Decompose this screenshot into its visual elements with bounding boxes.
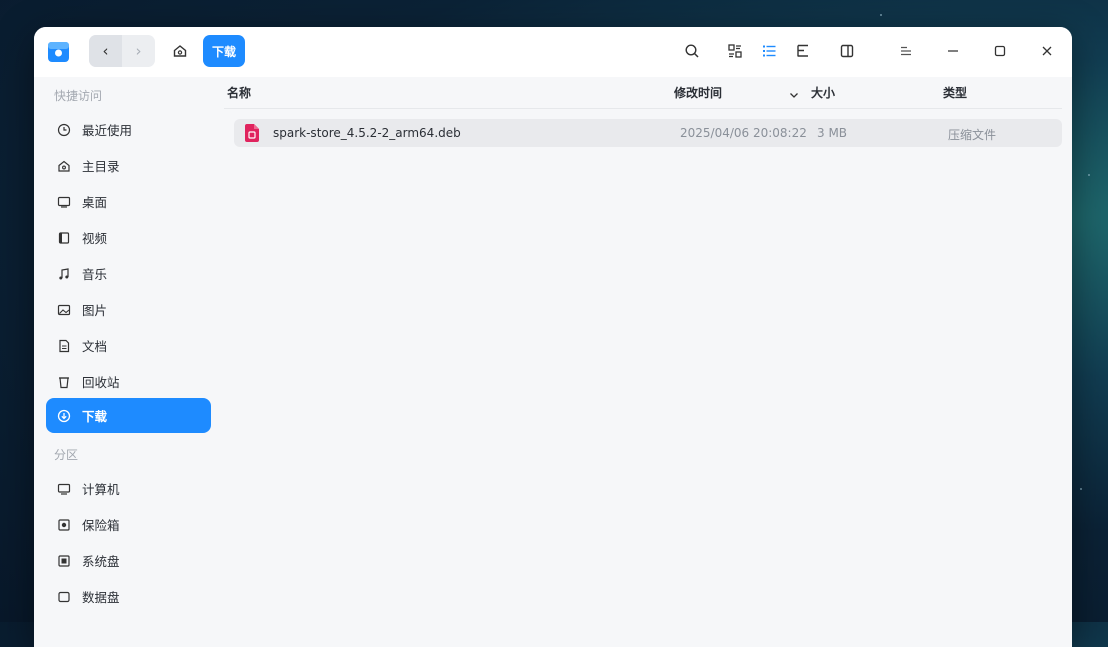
maximize-button[interactable] [989, 40, 1011, 62]
chevron-down-icon[interactable] [788, 86, 800, 105]
header-divider [224, 108, 1062, 109]
table-row[interactable]: spark-store_4.5.2-2_arm64.deb 2025/04/06… [234, 119, 1062, 147]
data-disk-icon [58, 591, 70, 602]
tree-view-button[interactable] [792, 40, 814, 62]
sidebar-item-label: 最近使用 [82, 123, 133, 138]
file-list-area: 名称 修改时间 大小 类型 spark-store_4.5.2-2_arm64.… [224, 77, 1072, 647]
column-header-modified[interactable]: 修改时间 [674, 84, 722, 101]
sidebar-item-label: 文档 [82, 339, 108, 354]
tag-button[interactable] [724, 40, 746, 62]
list-view-button[interactable] [758, 40, 780, 62]
video-icon [58, 231, 70, 244]
detail-panel-icon [840, 44, 854, 58]
desktop-icon [57, 196, 71, 208]
minimize-icon [948, 50, 958, 52]
sidebar-item-label: 图片 [82, 303, 108, 318]
title-bar: ‹ › 下载 [34, 27, 1072, 77]
home-icon [173, 45, 187, 57]
file-name: spark-store_4.5.2-2_arm64.deb [273, 126, 461, 140]
system-disk-icon [58, 554, 70, 567]
sidebar-item-computer[interactable]: 计算机 [46, 471, 211, 506]
sidebar-item-desktop[interactable]: 桌面 [46, 184, 211, 219]
sidebar-item-label: 回收站 [82, 375, 120, 390]
file-type: 压缩文件 [948, 128, 997, 142]
music-icon [59, 267, 69, 279]
sidebar-item-label: 视频 [82, 231, 108, 246]
home-button[interactable] [168, 39, 192, 63]
sidebar-item-music[interactable]: 音乐 [46, 256, 211, 291]
back-button[interactable]: ‹ [89, 35, 122, 67]
column-header-name[interactable]: 名称 [227, 84, 251, 101]
search-icon [685, 44, 699, 58]
image-icon [57, 304, 71, 315]
sidebar-item-home[interactable]: 主目录 [46, 148, 211, 183]
chevron-left-icon: ‹ [102, 42, 109, 60]
chevron-right-icon: › [135, 42, 142, 60]
breadcrumb-current[interactable]: 下载 [203, 35, 245, 67]
sidebar-item-system-disk[interactable]: 系统盘 [46, 543, 211, 578]
sidebar-item-documents[interactable]: 文档 [46, 328, 211, 363]
sidebar-item-label: 保险箱 [82, 518, 120, 533]
menu-icon [901, 46, 911, 56]
file-modified: 2025/04/06 20:08:22 [680, 126, 807, 140]
sidebar-item-recent[interactable]: 最近使用 [46, 112, 211, 147]
sidebar-item-pictures[interactable]: 图片 [46, 292, 211, 327]
file-manager-icon[interactable] [46, 39, 71, 64]
home-icon [58, 160, 70, 172]
search-button[interactable] [681, 40, 703, 62]
download-icon [57, 409, 71, 422]
sidebar-item-label: 桌面 [82, 195, 108, 210]
sidebar-item-label: 系统盘 [82, 554, 120, 569]
clock-icon [57, 123, 71, 136]
sidebar-item-downloads[interactable]: 下载 [46, 398, 211, 433]
close-icon [1042, 46, 1052, 56]
vault-icon [58, 518, 70, 531]
column-header-type[interactable]: 类型 [943, 84, 967, 101]
sidebar-item-videos[interactable]: 视频 [46, 220, 211, 255]
column-header-size[interactable]: 大小 [811, 84, 835, 101]
sidebar-item-trash[interactable]: 回收站 [46, 364, 211, 399]
tag-icon [728, 44, 742, 58]
sidebar-item-label: 主目录 [82, 159, 120, 174]
sidebar-item-vault[interactable]: 保险箱 [46, 507, 211, 542]
sidebar: 快捷访问 最近使用 主目录 桌面 视频 音乐 图片 文档 回收站 下载 分区 计… [34, 77, 224, 647]
maximize-icon [994, 45, 1006, 57]
list-view-icon [763, 45, 776, 57]
forward-button[interactable]: › [122, 35, 155, 67]
close-button[interactable] [1036, 40, 1058, 62]
menu-button[interactable] [895, 40, 917, 62]
navigation-buttons: ‹ › [89, 35, 155, 67]
minimize-button[interactable] [942, 40, 964, 62]
detail-panel-button[interactable] [836, 40, 858, 62]
quick-access-title: 快捷访问 [54, 89, 103, 103]
partitions-title: 分区 [54, 448, 79, 462]
sidebar-item-label: 计算机 [82, 482, 120, 497]
deb-package-icon [245, 124, 259, 142]
file-size: 3 MB [817, 126, 848, 140]
trash-icon [59, 376, 69, 388]
document-icon [59, 339, 70, 352]
sidebar-item-label: 音乐 [82, 267, 108, 282]
file-manager-window: ‹ › 下载 快捷访问 最近使用 主目录 桌面 视频 音乐 图片 文档 回收站 … [34, 27, 1072, 647]
sidebar-item-label: 数据盘 [82, 590, 120, 605]
computer-icon [57, 483, 71, 495]
sidebar-item-label: 下载 [82, 409, 108, 424]
sidebar-item-data-disk[interactable]: 数据盘 [46, 579, 211, 614]
tree-view-icon [797, 44, 808, 57]
